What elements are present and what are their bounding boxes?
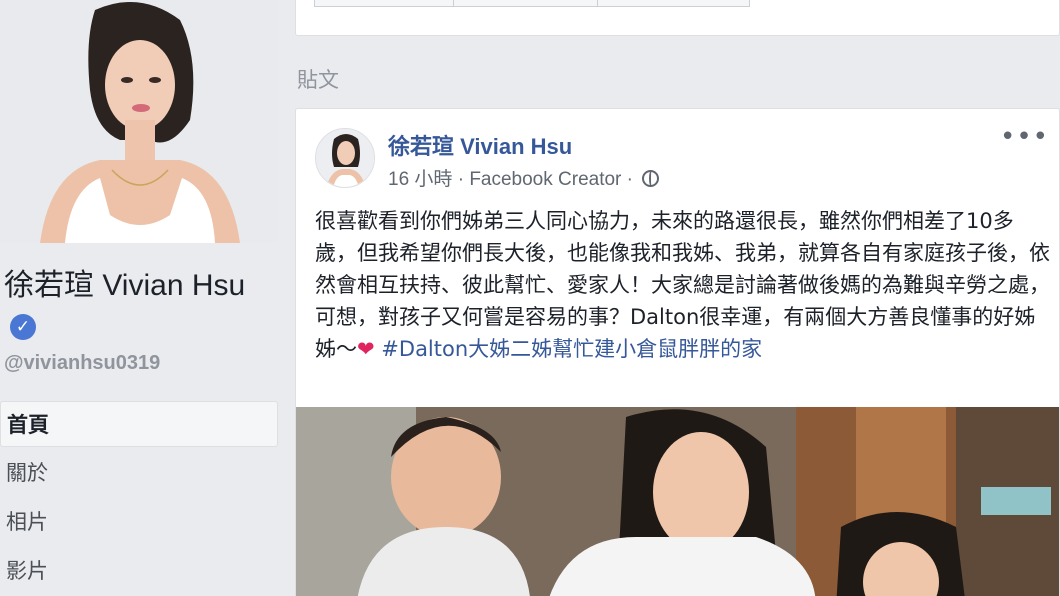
- top-action-card: [295, 0, 1060, 36]
- top-action-button-2[interactable]: [453, 0, 598, 7]
- post-body: 很喜歡看到你們姊弟三人同心協力，未來的路還很長，雖然你們相差了10多歲，但我希望…: [315, 205, 1055, 365]
- meta-separator-2: ·: [626, 169, 633, 190]
- profile-name[interactable]: 徐若瑄 Vivian Hsu ✓: [4, 266, 274, 346]
- nav-item-home[interactable]: 首頁: [0, 401, 278, 447]
- post-photo-image: [296, 407, 1059, 596]
- check-icon: ✓: [10, 314, 36, 340]
- avatar-image: [316, 129, 374, 187]
- post-author-name[interactable]: 徐若瑄 Vivian Hsu: [388, 129, 572, 161]
- page-nav: 首頁 關於 相片 影片: [0, 401, 278, 596]
- post-time[interactable]: 16 小時: [388, 169, 452, 190]
- profile-username[interactable]: @vivianhsu0319: [4, 352, 160, 375]
- heart-icon: ❤: [357, 337, 375, 361]
- meta-separator: ·: [457, 169, 465, 190]
- profile-sidebar: 徐若瑄 Vivian Hsu ✓ @vivianhsu0319 首頁 關於 相片 …: [0, 0, 278, 596]
- post-meta: 16 小時 · Facebook Creator ·: [388, 164, 660, 191]
- top-action-button-1[interactable]: [314, 0, 454, 7]
- profile-photo[interactable]: [0, 0, 278, 243]
- nav-item-photos[interactable]: 相片: [0, 499, 278, 548]
- post-via[interactable]: Facebook Creator: [469, 169, 621, 190]
- posts-section-title: 貼文: [297, 68, 339, 92]
- nav-item-videos[interactable]: 影片: [0, 548, 278, 596]
- post-hashtag[interactable]: #Dalton大姊二姊幫忙建小倉鼠胖胖的家: [381, 337, 762, 361]
- profile-name-text: 徐若瑄 Vivian Hsu: [4, 269, 246, 302]
- nav-item-about[interactable]: 關於: [0, 450, 278, 499]
- globe-icon[interactable]: [642, 170, 660, 187]
- top-action-button-3[interactable]: [597, 0, 750, 7]
- profile-photo-image: [0, 0, 278, 243]
- post-author-avatar[interactable]: [315, 128, 375, 188]
- post-photo[interactable]: [296, 407, 1059, 596]
- more-options-icon[interactable]: •••: [1000, 124, 1049, 150]
- post-card: 徐若瑄 Vivian Hsu 16 小時 · Facebook Creator …: [295, 108, 1060, 596]
